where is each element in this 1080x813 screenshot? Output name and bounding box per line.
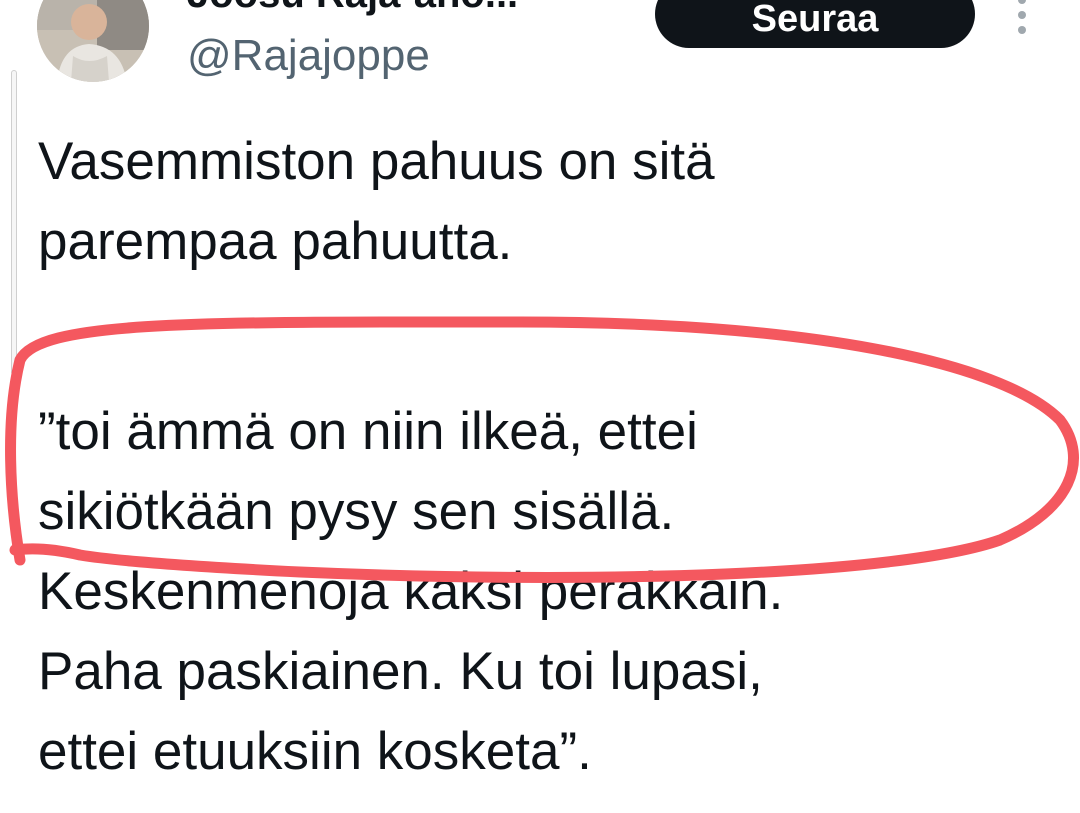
more-options-icon[interactable] xyxy=(1013,0,1031,34)
tweet-line: ”toi ämmä on niin ilkeä, ettei xyxy=(38,402,698,461)
author-handle[interactable]: @Rajajoppe xyxy=(187,31,430,81)
follow-button[interactable]: Seuraa xyxy=(655,0,975,48)
tweet-line: parempaa pahuutta. xyxy=(38,212,513,271)
author-display-name[interactable]: Joosu Raja-aho... xyxy=(187,0,617,16)
tweet-line: Paha paskiainen. Ku toi lupasi, xyxy=(38,642,763,701)
author-avatar[interactable] xyxy=(37,0,149,82)
tweet-line: sikiötkään pysy sen sisällä. xyxy=(38,482,675,541)
tweet-line: Keskenmenoja kaksi peräkkäin. xyxy=(38,562,784,621)
tweet-line: Vasemmiston pahuus on sitä xyxy=(38,132,715,191)
scrollbar[interactable] xyxy=(11,70,17,375)
tweet-text: Vasemmiston pahuus on sitä parempaa pahu… xyxy=(38,122,1058,792)
follow-button-label: Seuraa xyxy=(751,0,879,40)
tweet-line: ettei etuuksiin kosketa”. xyxy=(38,722,592,781)
